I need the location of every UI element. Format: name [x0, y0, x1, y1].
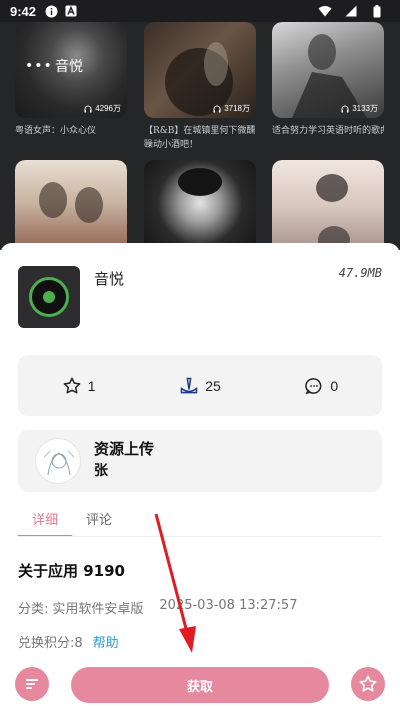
- headphones-icon: [341, 105, 349, 112]
- list-menu-icon: [26, 679, 38, 689]
- download-tray-icon: [180, 377, 198, 393]
- comment-bubble-icon: [305, 377, 322, 394]
- uploader-avatar[interactable]: [35, 438, 81, 484]
- battery-icon: [370, 4, 384, 18]
- playlist-cover-title: 音悦: [55, 59, 83, 75]
- playlist-grid-background: ••• 音悦 4296万 粤语女声：小众心仪 3718万 【R&B】在城镇里何下…: [0, 22, 400, 250]
- playlist-caption: 粤语女声：小众心仪: [15, 126, 97, 136]
- app-name: 音悦: [94, 270, 125, 288]
- uploader-card[interactable]: 资源上传 张: [18, 430, 382, 492]
- menu-button[interactable]: [15, 667, 49, 701]
- status-time: 9:42: [10, 3, 37, 19]
- more-dots-icon: •••: [25, 58, 53, 74]
- comment-stat[interactable]: 0: [261, 376, 382, 396]
- playlist-caption: 【R&B】在城镇里何下微醺·躁动小酒吧！: [144, 126, 256, 150]
- playlist-card[interactable]: [15, 160, 127, 250]
- favorite-button[interactable]: [351, 667, 385, 701]
- playlist-cover: ••• 音悦 4296万: [15, 22, 127, 118]
- playlist-cover: [144, 160, 256, 250]
- favorite-count: 1: [87, 377, 96, 394]
- get-button[interactable]: 获取: [71, 667, 329, 703]
- playlist-card[interactable]: 3718万 【R&B】在城镇里何下微醺·躁动小酒吧！: [144, 22, 256, 152]
- play-count: 4296万: [84, 103, 121, 114]
- playlist-card[interactable]: 3133万 适合努力学习英语时听的歌曲: [272, 22, 384, 138]
- tab-comments[interactable]: 评论: [72, 505, 126, 537]
- uploader-title: 资源上传: [94, 440, 155, 458]
- playlist-cover: 3718万: [144, 22, 256, 118]
- download-stat[interactable]: 25: [139, 376, 260, 396]
- music-disc-icon: [18, 266, 80, 328]
- favorite-stat[interactable]: 1: [18, 376, 139, 396]
- playlist-card[interactable]: ••• 音悦 4296万 粤语女声：小众心仪: [15, 22, 127, 138]
- wifi-icon: [318, 4, 332, 18]
- tab-details[interactable]: 详细: [18, 505, 73, 537]
- playlist-cover: [15, 160, 127, 250]
- play-count-value: 3133万: [352, 104, 378, 113]
- tab-divider: [18, 536, 382, 537]
- playlist-caption: 适合努力学习英语时听的歌曲: [272, 126, 384, 136]
- detail-tabs: 详细 评论: [18, 505, 126, 537]
- star-icon: [359, 675, 377, 692]
- notification-a-icon: [64, 4, 78, 18]
- app-detail-sheet: 音悦 47.9MB 1 25 0 资源上传 张 详细 评论 关于应用 9190 …: [0, 243, 400, 712]
- category-value: 实用软件安卓版: [52, 602, 144, 617]
- bottom-action-bar: 获取: [0, 661, 400, 712]
- headphones-icon: [84, 105, 92, 112]
- stats-panel: 1 25 0: [18, 355, 382, 416]
- category-label: 分类:: [18, 602, 49, 617]
- headphones-icon: [213, 105, 221, 112]
- play-count-value: 4296万: [95, 104, 121, 113]
- playlist-card[interactable]: [272, 160, 384, 250]
- uploader-name: 张: [94, 463, 108, 479]
- help-link[interactable]: 帮助: [93, 632, 119, 651]
- signal-icon: [344, 4, 358, 18]
- app-size: 47.9MB: [338, 266, 382, 280]
- publish-date: 2025-03-08 13:27:57: [159, 598, 298, 613]
- play-count: 3133万: [341, 103, 378, 114]
- playlist-cover: [272, 160, 384, 250]
- info-icon: [44, 4, 58, 18]
- comment-count: 0: [330, 377, 339, 394]
- points-row: 兑换积分:8 帮助: [18, 632, 119, 651]
- playlist-card[interactable]: [144, 160, 256, 250]
- play-count-value: 3718万: [224, 104, 250, 113]
- points-value: 兑换积分:8: [18, 636, 83, 651]
- meta-row: 分类: 实用软件安卓版 2025-03-08 13:27:57: [18, 598, 388, 617]
- playlist-cover: 3133万: [272, 22, 384, 118]
- status-bar: 9:42: [0, 0, 400, 22]
- star-outline-icon: [63, 377, 81, 393]
- about-heading: 关于应用 9190: [18, 562, 125, 580]
- download-count: 25: [205, 377, 221, 394]
- play-count: 3718万: [213, 103, 250, 114]
